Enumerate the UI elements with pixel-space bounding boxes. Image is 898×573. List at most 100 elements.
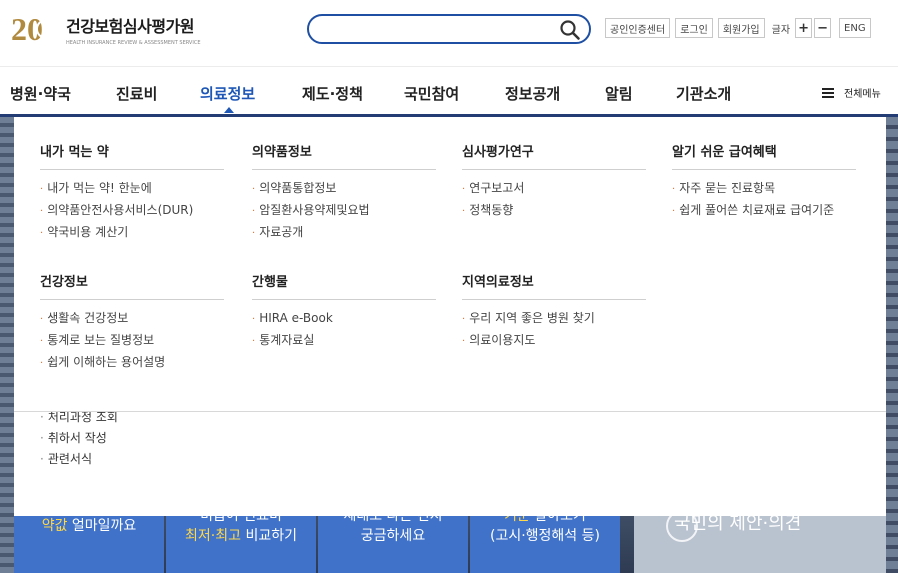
menu-group-title[interactable]: 심사평가연구 — [462, 141, 646, 170]
menu-group-my-medicine: 내가 먹는 약 · 내가 먹는 약! 한눈에 · 의약품안전사용서비스(DUR) ·… — [40, 141, 224, 244]
banner-highlight: 최저·최고 — [185, 528, 241, 544]
gnb-item-hospital-pharmacy[interactable]: 병원·약국 — [10, 83, 71, 104]
quick-banners: 약값 얼마일까요 비급여 진료비 최저·최고 비교하기 제대로 나온 건지 궁금… — [14, 516, 886, 573]
logo-text: 건강보험심사평가원 HEALTH INSURANCE REVIEW & ASSE… — [66, 13, 200, 46]
site-logo[interactable]: 20 건강보험심사평가원 HEALTH INSURANCE REVIEW & A… — [10, 10, 200, 48]
menu-link-label: 쉽게 이해하는 용어설명 — [47, 355, 166, 369]
menu-link-label: 생활속 건강정보 — [47, 311, 129, 325]
menu-link[interactable]: · 연구보고서 — [462, 178, 646, 200]
menu-link[interactable]: · 자주 묻는 진료항목 — [672, 178, 856, 200]
search-icon-svg — [560, 20, 580, 40]
behind-link-label: 취하서 작성 — [47, 431, 107, 445]
menu-link-label: 약국비용 계산기 — [47, 225, 129, 239]
gnb-item-medical-fee[interactable]: 진료비 — [116, 83, 157, 104]
menu-link[interactable]: · 우리 지역 좋은 병원 찾기 — [462, 308, 646, 330]
banner-text: 알아보기 — [529, 516, 586, 524]
hero-left-edge — [0, 117, 14, 573]
menu-link-label: 통계로 보는 질병정보 — [47, 333, 155, 347]
bullet-icon: · — [252, 314, 256, 325]
bullet-icon: · — [252, 184, 256, 195]
bullet-dot: · — [40, 410, 44, 424]
banner-proposal-text: 국민의 제안·의견 — [674, 516, 802, 534]
menu-link[interactable]: · 쉽게 이해하는 용어설명 — [40, 352, 224, 374]
login-button[interactable]: 로그인 — [675, 18, 713, 38]
banner-check-fee[interactable]: 제대로 나온 건지 궁금하세요 — [318, 516, 468, 573]
behind-link-label: 관련서식 — [47, 452, 92, 466]
logo-subtitle: HEALTH INSURANCE REVIEW & ASSESSMENT SER… — [66, 39, 201, 46]
menu-link[interactable]: · 자료공개 — [252, 222, 436, 244]
menu-link[interactable]: · 의료이용지도 — [462, 330, 646, 352]
bullet-icon: · — [40, 336, 44, 347]
menu-link-label: 연구보고서 — [469, 181, 525, 195]
hero-right-edge — [886, 117, 898, 573]
behind-link-label: 처리과정 조회 — [47, 410, 118, 424]
gnb-item-medical-info[interactable]: 의료정보 — [200, 83, 255, 104]
top-header: 20 건강보험심사평가원 HEALTH INSURANCE REVIEW & A… — [0, 0, 898, 66]
bullet-icon: · — [40, 228, 44, 239]
behind-submenu-panel: · 처리과정 조회 · 취하서 작성 · 관련서식 — [14, 400, 886, 516]
gnb-item-disclosure[interactable]: 정보공개 — [505, 83, 560, 104]
menu-link[interactable]: · HIRA e-Book — [252, 308, 436, 330]
menu-link-label: 자료공개 — [259, 225, 304, 239]
banner-highlight: 기준 — [504, 516, 530, 524]
font-decrease-button[interactable]: − — [814, 18, 832, 38]
menu-link[interactable]: · 의약품통합정보 — [252, 178, 436, 200]
all-menu-button[interactable]: 전체메뉴 — [822, 85, 881, 100]
banner-top-text: 비급여 진료비 — [200, 516, 282, 524]
menu-link[interactable]: · 의약품안전사용서비스(DUR) — [40, 200, 224, 222]
bullet-icon: · — [40, 206, 44, 217]
menu-link[interactable]: · 통계로 보는 질병정보 — [40, 330, 224, 352]
menu-link[interactable]: · 약국비용 계산기 — [40, 222, 224, 244]
gnb-item-notice[interactable]: 알림 — [605, 83, 633, 104]
banner-noncovered-compare[interactable]: 비급여 진료비 최저·최고 비교하기 — [166, 516, 316, 573]
anniversary-emblem-icon: 20 — [10, 10, 60, 48]
banner-text: 얼마일까요 — [67, 518, 137, 534]
menu-group-health-info: 건강정보 · 생활속 건강정보 · 통계로 보는 질병정보 · 쉽게 이해하는 용어설… — [40, 271, 224, 374]
font-size-label: 글자 — [771, 24, 791, 36]
signup-button[interactable]: 회원가입 — [717, 18, 765, 38]
menu-link-label: 암질환사용약제및요법 — [259, 203, 370, 217]
banner-top-text: 기준 알아보기 — [470, 516, 620, 526]
banner-standards[interactable]: 기준 알아보기 (고시·행정해석 등) — [470, 516, 620, 573]
menu-link-label: 의약품안전사용서비스(DUR) — [47, 203, 194, 217]
menu-group-title[interactable]: 지역의료정보 — [462, 271, 646, 300]
menu-group-title[interactable]: 건강정보 — [40, 271, 224, 300]
menu-link[interactable]: · 생활속 건강정보 — [40, 308, 224, 330]
main-navigation: 병원·약국 진료비 의료정보 제도·정책 국민참여 정보공개 알림 기관소개 전… — [0, 66, 898, 117]
font-increase-button[interactable]: + — [795, 18, 813, 38]
menu-group-title[interactable]: 내가 먹는 약 — [40, 141, 224, 170]
emblem-svg: 20 — [11, 11, 56, 47]
behind-link-withdraw[interactable]: · 취하서 작성 — [40, 429, 107, 446]
banner-top-text: 제대로 나온 건지 — [343, 516, 443, 524]
menu-link-label: 의약품통합정보 — [259, 181, 337, 195]
search-icon[interactable] — [559, 19, 581, 41]
menu-group-research: 심사평가연구 · 연구보고서 · 정책동향 — [462, 141, 646, 222]
banner-public-proposal[interactable]: 국민의 제안·의견 — [634, 516, 886, 573]
english-button[interactable]: ENG — [839, 18, 871, 38]
menu-link[interactable]: · 통계자료실 — [252, 330, 436, 352]
search-input[interactable] — [321, 20, 551, 38]
menu-link[interactable]: · 암질환사용약제및요법 — [252, 200, 436, 222]
utility-bar: 공인인증센터 로그인 회원가입 글자 + − ENG — [605, 18, 871, 38]
banner-drug-cost[interactable]: 약값 얼마일까요 — [14, 516, 164, 573]
logo-title: 건강보험심사평가원 — [66, 16, 194, 36]
page-root: · 처리과정 조회 · 취하서 작성 · 관련서식 약값 얼마일까요 비급여 진료비 … — [0, 0, 898, 573]
gnb-item-about[interactable]: 기관소개 — [676, 83, 731, 104]
menu-group-title[interactable]: 의약품정보 — [252, 141, 436, 170]
menu-group-title[interactable]: 알기 쉬운 급여혜택 — [672, 141, 856, 170]
menu-link-label: 정책동향 — [469, 203, 514, 217]
behind-link-forms[interactable]: · 관련서식 — [40, 450, 92, 467]
menu-link[interactable]: · 내가 먹는 약! 한눈에 — [40, 178, 224, 200]
gnb-item-policy[interactable]: 제도·정책 — [302, 83, 363, 104]
bullet-icon: · — [40, 184, 44, 195]
bullet-icon: · — [462, 206, 466, 217]
emblem-number: 20 — [11, 11, 43, 47]
menu-group-title[interactable]: 간행물 — [252, 271, 436, 300]
gnb-item-participation[interactable]: 국민참여 — [404, 83, 459, 104]
bullet-dot: · — [40, 431, 44, 445]
menu-link[interactable]: · 쉽게 풀어쓴 치료재료 급여기준 — [672, 200, 856, 222]
cert-center-button[interactable]: 공인인증센터 — [605, 18, 671, 38]
hamburger-icon — [822, 87, 834, 98]
menu-link[interactable]: · 정책동향 — [462, 200, 646, 222]
menu-link-label: HIRA e-Book — [259, 311, 333, 325]
